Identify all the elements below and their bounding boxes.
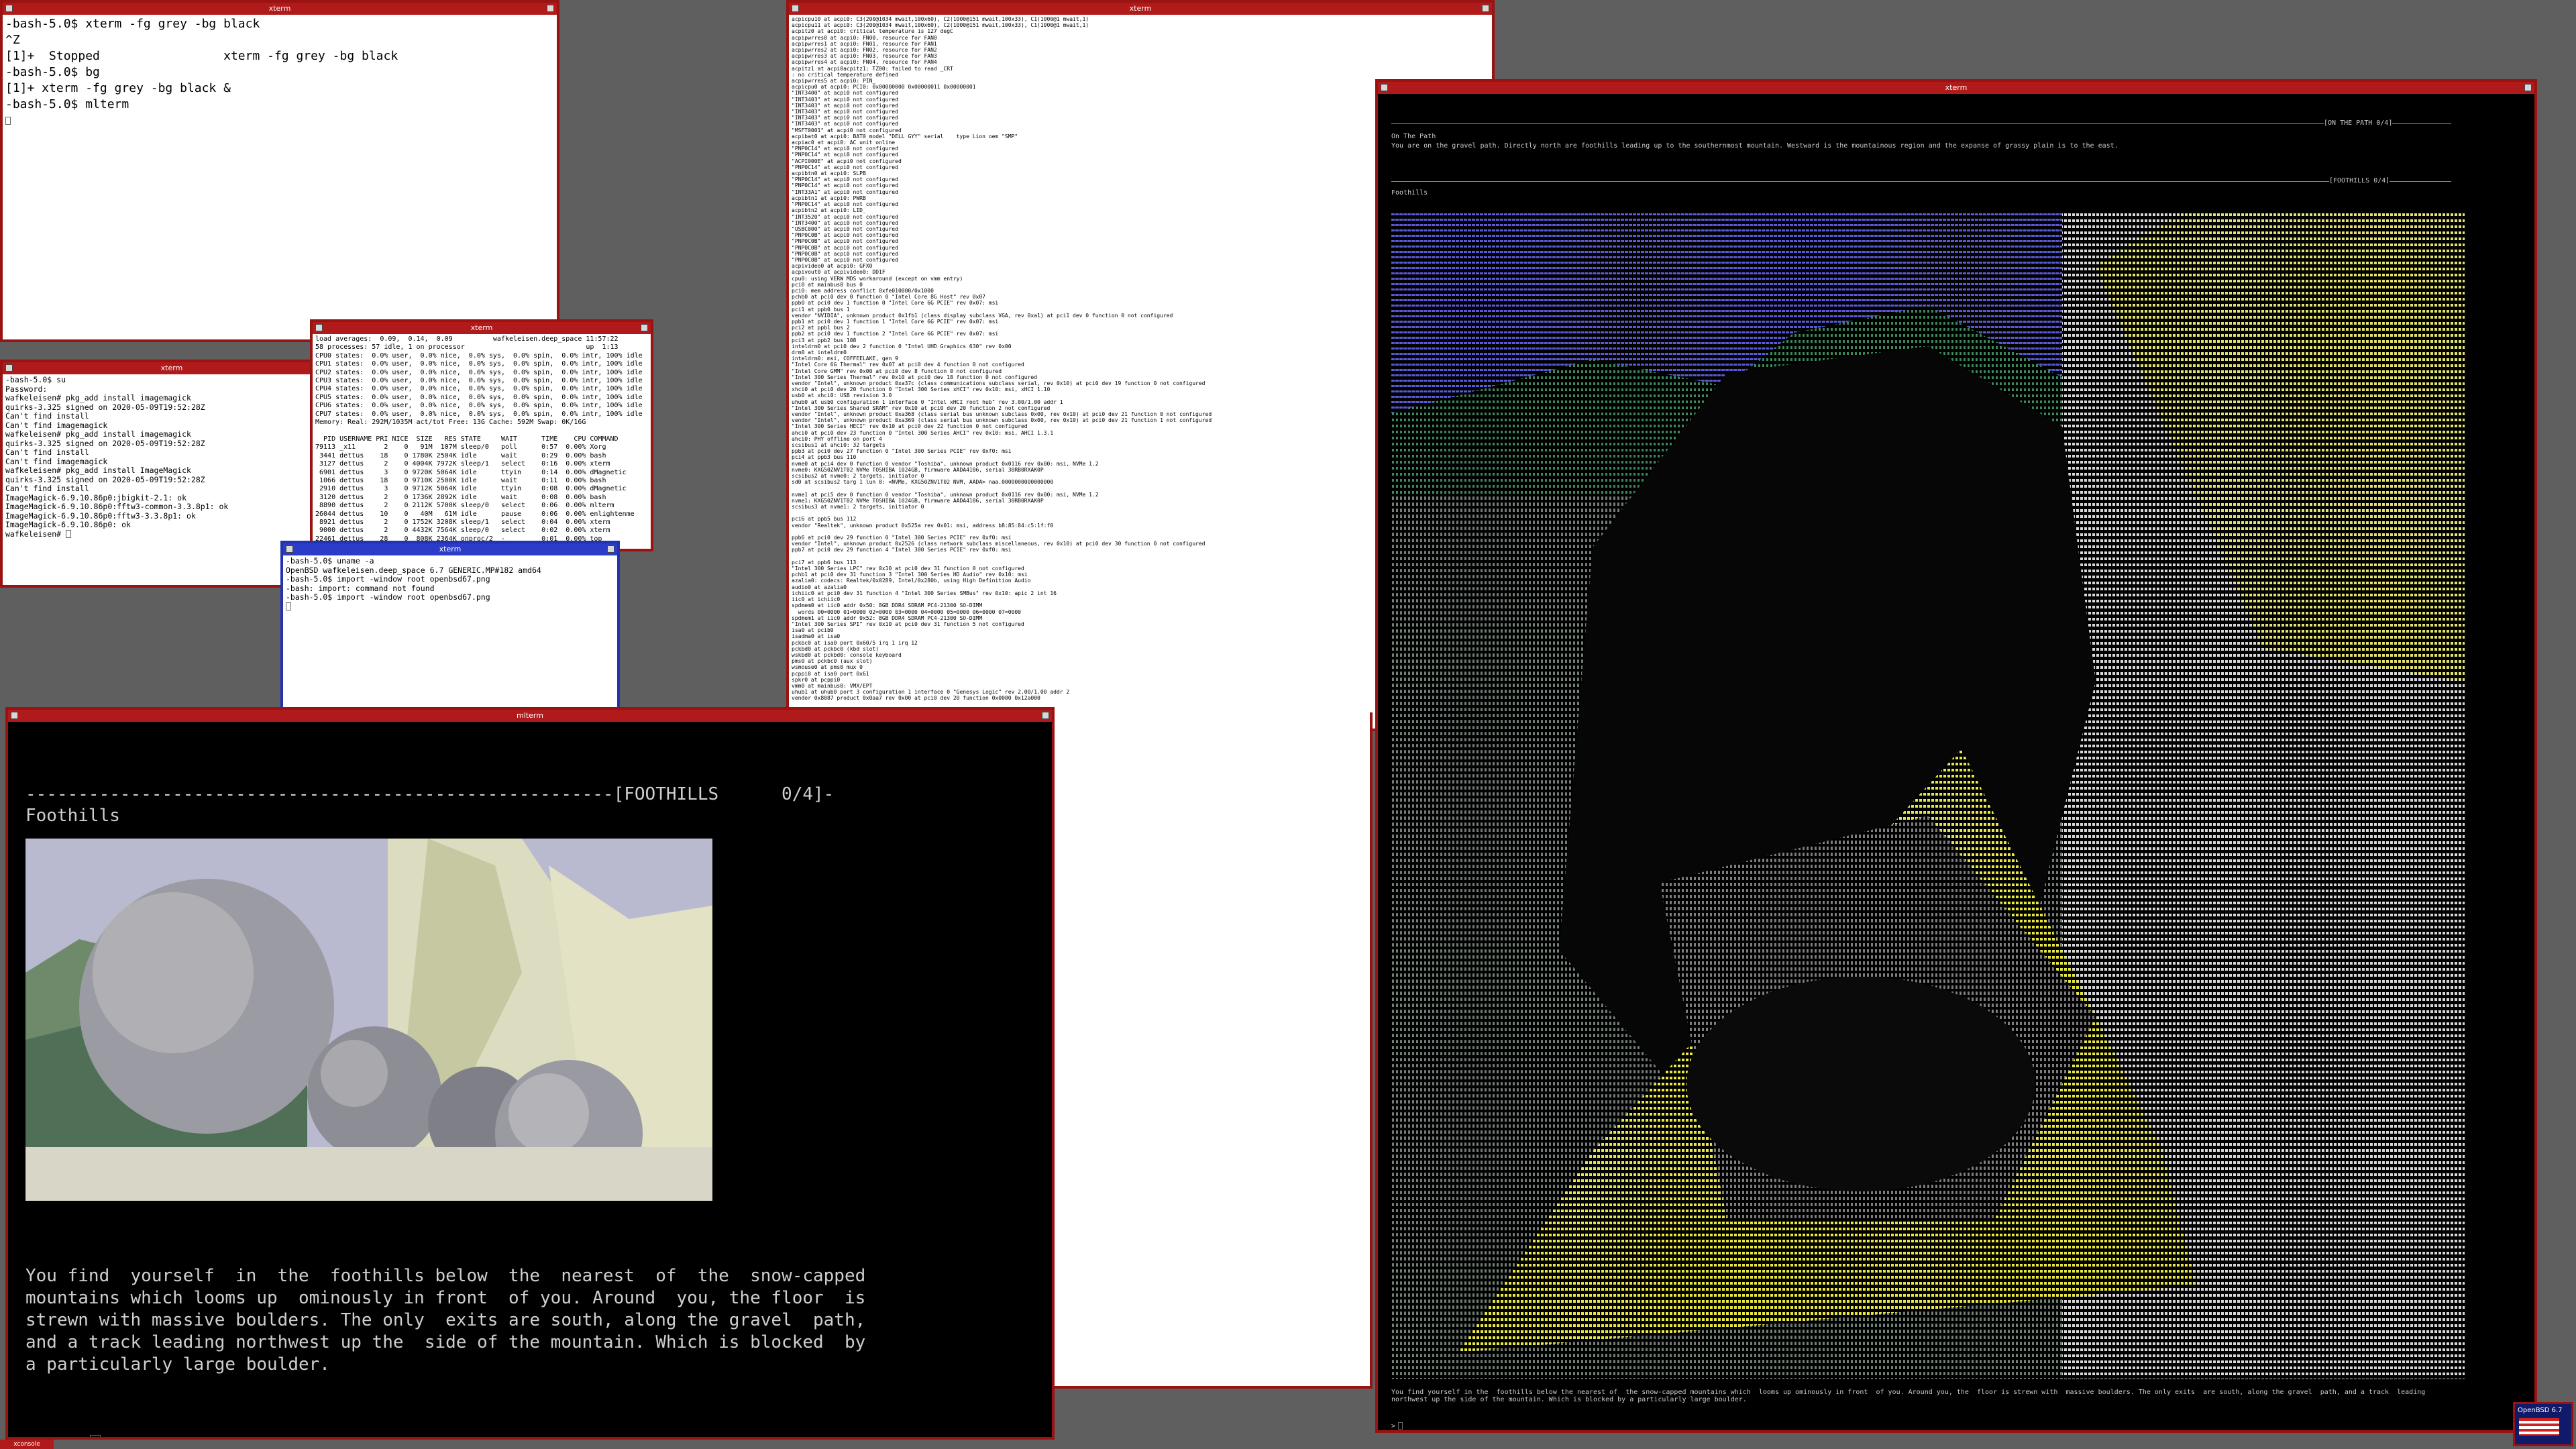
room-description: You find yourself in the foothills below… bbox=[25, 1266, 866, 1375]
mlterm-window[interactable]: mlterm ---------------------------------… bbox=[5, 707, 1055, 1440]
window-close-icon[interactable] bbox=[547, 5, 554, 12]
window-menu-icon[interactable] bbox=[5, 364, 13, 372]
terminal-text: -bash-5.0$ uname -a OpenBSD wafkeleisen.… bbox=[286, 556, 541, 602]
previous-bar bbox=[1391, 123, 2451, 124]
tray-label: OpenBSD 6.7 bbox=[2518, 1407, 2563, 1414]
window-close-icon[interactable] bbox=[607, 545, 614, 553]
taskbar-status[interactable]: xconsole bbox=[0, 1440, 54, 1449]
terminal-cursor bbox=[66, 530, 72, 538]
window-menu-icon[interactable] bbox=[11, 712, 18, 719]
command-prompt[interactable]: > bbox=[8, 1410, 101, 1437]
room-bar: [FOOTHILLS 0/4] bbox=[2329, 177, 2390, 184]
window-menu-icon[interactable] bbox=[5, 5, 13, 12]
window-titlebar[interactable]: xterm bbox=[3, 362, 341, 374]
window-title: xterm bbox=[470, 323, 493, 332]
top-window[interactable]: xterm load averages: 0.09, 0.14, 0.09 wa… bbox=[310, 319, 653, 551]
header-rule: ----------------------------------------… bbox=[25, 784, 835, 804]
window-titlebar[interactable]: xterm bbox=[3, 3, 557, 15]
scene-image bbox=[25, 839, 712, 1201]
terminal-text: acpicpu10 at acpi0: C3(200@1034 mwait,10… bbox=[792, 16, 1212, 729]
window-menu-icon[interactable] bbox=[315, 324, 323, 331]
foothills-scene bbox=[25, 839, 712, 1201]
window-title: xterm bbox=[1129, 4, 1152, 13]
prompt-symbol: > bbox=[71, 1433, 82, 1437]
window-titlebar[interactable]: xterm bbox=[1378, 82, 2534, 94]
flag-icon bbox=[2519, 1418, 2559, 1436]
terminal-cursor bbox=[1398, 1422, 1403, 1430]
terminal-cursor bbox=[89, 1434, 101, 1437]
window-title: xterm bbox=[439, 545, 462, 553]
room-rule bbox=[1391, 181, 2451, 182]
previous-room-description: You are on the gravel path. Directly nor… bbox=[1391, 142, 2118, 150]
window-menu-icon[interactable] bbox=[1381, 84, 1388, 91]
ascii-art-window[interactable]: xterm [ON THE PATH 0/4] On The Path You … bbox=[1375, 79, 2537, 1433]
window-titlebar[interactable]: xterm bbox=[283, 543, 617, 555]
top-process-list[interactable]: load averages: 0.09, 0.14, 0.09 wafkelei… bbox=[313, 334, 651, 545]
room-title: Foothills bbox=[1391, 189, 1428, 197]
terminal-output[interactable]: -bash-5.0$ su Password: wafkeleisen# pkg… bbox=[3, 374, 341, 540]
window-title: mlterm bbox=[517, 711, 543, 720]
previous-room-bar: [ON THE PATH 0/4] bbox=[2324, 119, 2393, 127]
window-close-icon[interactable] bbox=[1042, 712, 1049, 719]
previous-room-title: On The Path bbox=[1391, 133, 1436, 140]
window-title: xterm bbox=[160, 364, 183, 372]
terminal-output[interactable]: -bash-5.0$ xterm -fg grey -bg black ^Z [… bbox=[3, 15, 557, 130]
window-title: xterm bbox=[268, 4, 291, 13]
terminal-text: load averages: 0.09, 0.14, 0.09 wafkelei… bbox=[315, 335, 643, 543]
terminal-body[interactable]: ----------------------------------------… bbox=[8, 724, 1052, 1437]
xterm-window-blue[interactable]: xterm -bash-5.0$ uname -a OpenBSD wafkel… bbox=[280, 541, 620, 714]
terminal-output[interactable]: -bash-5.0$ uname -a OpenBSD wafkeleisen.… bbox=[283, 555, 617, 612]
command-prompt[interactable]: > bbox=[1391, 1422, 1403, 1430]
location-title: Foothills bbox=[25, 806, 120, 826]
terminal-cursor bbox=[286, 602, 291, 610]
system-tray[interactable]: OpenBSD 6.7 bbox=[2513, 1402, 2573, 1446]
terminal-cursor bbox=[5, 117, 11, 125]
window-titlebar[interactable]: mlterm bbox=[8, 710, 1052, 722]
window-title: xterm bbox=[1945, 83, 1968, 92]
prompt-symbol: > bbox=[1391, 1422, 1396, 1430]
terminal-body[interactable]: [ON THE PATH 0/4] On The Path You are on… bbox=[1378, 97, 2534, 1430]
dmesg-output-lower bbox=[1051, 712, 1370, 719]
ascii-art-scene bbox=[1391, 212, 2465, 1379]
terminal-text: -bash-5.0$ su Password: wafkeleisen# pkg… bbox=[5, 375, 229, 539]
terminal-text: -bash-5.0$ xterm -fg grey -bg black ^Z [… bbox=[5, 17, 398, 111]
window-menu-icon[interactable] bbox=[286, 545, 293, 553]
window-close-icon[interactable] bbox=[2524, 84, 2532, 91]
xterm-window-top[interactable]: xterm -bash-5.0$ xterm -fg grey -bg blac… bbox=[0, 0, 559, 342]
window-titlebar[interactable]: xterm bbox=[313, 322, 651, 334]
window-titlebar[interactable]: xterm bbox=[789, 3, 1492, 15]
window-close-icon[interactable] bbox=[641, 324, 648, 331]
window-close-icon[interactable] bbox=[1482, 5, 1489, 12]
window-menu-icon[interactable] bbox=[792, 5, 799, 12]
room-description: You find yourself in the foothills below… bbox=[1391, 1389, 2426, 1403]
ascii-art-image bbox=[1391, 212, 2465, 1379]
dmesg-window-lower[interactable] bbox=[1051, 712, 1373, 1389]
